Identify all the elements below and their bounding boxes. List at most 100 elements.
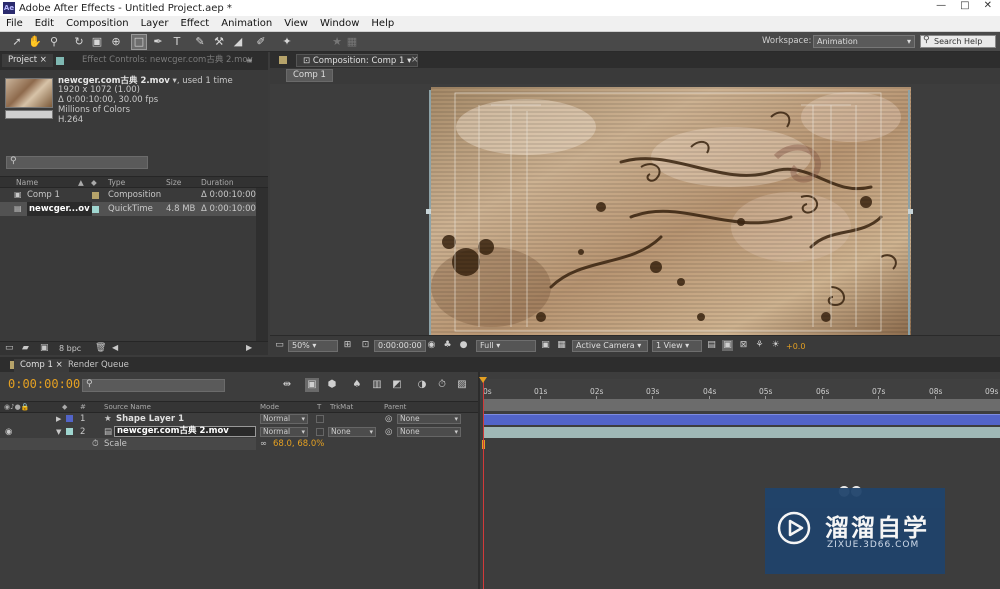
- lock-icon[interactable]: ⊡: [303, 56, 310, 66]
- current-time-display[interactable]: 0:00:00:00: [374, 340, 426, 352]
- playhead-line[interactable]: [483, 381, 484, 589]
- menu-composition[interactable]: Composition: [60, 18, 134, 29]
- blend-mode-select[interactable]: Normal: [260, 427, 308, 437]
- minimize-icon[interactable]: —: [936, 0, 946, 11]
- live-update-icon[interactable]: ▣: [305, 378, 319, 392]
- fast-previews-icon[interactable]: ▣: [540, 340, 551, 351]
- pickwhip-icon[interactable]: ◎: [385, 426, 392, 438]
- time-ruler[interactable]: 0s 01s 02s 03s 04s 05s 06s 07s 08s 09s: [480, 379, 1000, 400]
- hide-shy-layers-icon[interactable]: ♠: [350, 378, 364, 392]
- resolution-select[interactable]: Full ▾: [476, 340, 536, 352]
- interpret-footage-icon[interactable]: ▭: [5, 343, 14, 353]
- label-color-swatch[interactable]: [92, 192, 99, 199]
- clone-stamp-tool-icon[interactable]: ⚒: [212, 35, 226, 49]
- parent-select[interactable]: None: [397, 427, 461, 437]
- safe-margins-icon[interactable]: ⊞: [342, 340, 353, 351]
- constrain-proportions-icon[interactable]: ∞: [260, 438, 267, 450]
- auto-keyframe-icon[interactable]: ⏱: [435, 378, 449, 392]
- track-matte-select[interactable]: None: [328, 427, 376, 437]
- frame-blending-icon[interactable]: ▥: [370, 378, 384, 392]
- pan-behind-tool-icon[interactable]: ⊕: [109, 35, 123, 49]
- rotate-tool-icon[interactable]: ↻: [72, 35, 86, 49]
- column-trkmat[interactable]: TrkMat: [330, 403, 353, 411]
- zoom-tool-icon[interactable]: ⚲: [47, 35, 61, 49]
- new-folder-icon[interactable]: ▰: [22, 343, 29, 353]
- label-color-swatch[interactable]: [66, 428, 73, 435]
- timeline-current-time[interactable]: 0:00:00:00: [8, 377, 80, 391]
- collapse-triangle-icon[interactable]: ▼: [56, 426, 61, 438]
- maximize-icon[interactable]: □: [960, 0, 969, 11]
- show-channel-icon[interactable]: ●: [458, 340, 469, 351]
- column-name[interactable]: Name: [16, 178, 38, 187]
- trash-icon[interactable]: 🗑: [95, 343, 106, 353]
- scroll-left-icon[interactable]: ◀: [112, 343, 118, 352]
- puppet-pin-tool-icon[interactable]: ✦: [280, 35, 294, 49]
- layer-handle-left[interactable]: [426, 209, 431, 214]
- close-icon[interactable]: ×: [40, 55, 47, 65]
- playhead-handle[interactable]: [479, 377, 487, 383]
- close-icon[interactable]: ✕: [984, 0, 992, 11]
- visibility-eye-icon[interactable]: ◉: [5, 426, 12, 438]
- magnification-select[interactable]: 50% ▾: [288, 340, 338, 352]
- toggle-pixel-aspect-icon[interactable]: ▤: [706, 340, 717, 351]
- tab-effect-controls[interactable]: Effect Controls: newcger.com古典 2.mov: [76, 54, 259, 67]
- menu-window[interactable]: Window: [314, 18, 365, 29]
- column-number[interactable]: #: [80, 403, 86, 411]
- transparency-grid-icon[interactable]: ▦: [556, 340, 567, 351]
- scroll-right-icon[interactable]: ▶: [246, 343, 252, 352]
- bit-depth[interactable]: 8 bpc: [59, 344, 81, 353]
- region-of-interest-icon[interactable]: ⊡: [360, 340, 371, 351]
- av-features-icons[interactable]: ◉♪●🔒: [4, 403, 29, 411]
- always-preview-icon[interactable]: ▭: [274, 340, 285, 351]
- column-mode[interactable]: Mode: [260, 403, 279, 411]
- hand-tool-icon[interactable]: ✋: [28, 35, 42, 49]
- work-area-bar[interactable]: [484, 399, 1000, 411]
- menu-edit[interactable]: Edit: [29, 18, 60, 29]
- eraser-tool-icon[interactable]: ◢: [231, 35, 245, 49]
- tab-render-queue[interactable]: Render Queue: [62, 359, 135, 372]
- layer-row-1[interactable]: ▶ 1 ★ Shape Layer 1 Normal ◎ None: [0, 413, 478, 425]
- column-size[interactable]: Size: [166, 178, 181, 187]
- view-layout-select[interactable]: 1 View ▾: [652, 340, 702, 352]
- pane-divider[interactable]: [478, 372, 480, 589]
- new-composition-icon[interactable]: ▣: [40, 343, 49, 353]
- comp-mini-flowchart-icon[interactable]: ⇹: [280, 378, 294, 392]
- tab-composition[interactable]: ⊡ Composition: Comp 1 ▾: [296, 54, 419, 67]
- scale-value[interactable]: 68.0, 68.0%: [273, 438, 324, 450]
- column-parent[interactable]: Parent: [384, 403, 406, 411]
- show-snapshot-icon[interactable]: ♣: [442, 340, 453, 351]
- breadcrumb-comp[interactable]: Comp 1: [286, 69, 333, 82]
- exposure-value[interactable]: +0.0: [786, 342, 805, 351]
- timeline-search-input[interactable]: ⚲: [82, 379, 225, 392]
- graph-editor-icon[interactable]: ▨: [455, 378, 469, 392]
- stopwatch-icon[interactable]: ⏱: [92, 438, 99, 450]
- flowchart-icon[interactable]: ⚘: [754, 340, 765, 351]
- menu-view[interactable]: View: [278, 18, 314, 29]
- snapshot-icon[interactable]: ◉: [426, 340, 437, 351]
- expand-triangle-icon[interactable]: ▶: [56, 413, 61, 425]
- draft-3d-icon[interactable]: ⬢: [325, 378, 339, 392]
- parent-select[interactable]: None: [397, 414, 461, 424]
- comp-flowchart-icon[interactable]: ⊠: [738, 340, 749, 351]
- reset-exposure-icon[interactable]: ☀: [770, 340, 781, 351]
- label-color-swatch[interactable]: [66, 415, 73, 422]
- search-help-input[interactable]: ⚲ Search Help: [920, 35, 996, 48]
- type-tool-icon[interactable]: T: [170, 35, 184, 49]
- workspace-select[interactable]: Animation: [813, 35, 915, 48]
- blend-mode-select[interactable]: Normal: [260, 414, 308, 424]
- column-type[interactable]: Type: [108, 178, 125, 187]
- preserve-transparency-checkbox[interactable]: [316, 428, 324, 436]
- column-source-name[interactable]: Source Name: [104, 403, 151, 411]
- property-row-scale[interactable]: ⏱ Scale: [0, 438, 256, 450]
- camera-tool-icon[interactable]: ▣: [90, 35, 104, 49]
- label-tag-icon[interactable]: ◆: [91, 178, 97, 187]
- menu-effect[interactable]: Effect: [174, 18, 215, 29]
- camera-view-select[interactable]: Active Camera ▾: [572, 340, 648, 352]
- label-tag-icon[interactable]: ◆: [62, 403, 67, 411]
- pickwhip-icon[interactable]: ◎: [385, 413, 392, 425]
- layer-bar-footage[interactable]: [484, 427, 1000, 438]
- project-search-input[interactable]: ⚲: [6, 156, 148, 169]
- rectangle-tool-icon[interactable]: □: [131, 34, 147, 50]
- column-t[interactable]: T: [317, 403, 321, 411]
- layer-row-2[interactable]: ◉ ▼ 2 ▤ newcger.com古典 2.mov Normal None …: [0, 426, 478, 438]
